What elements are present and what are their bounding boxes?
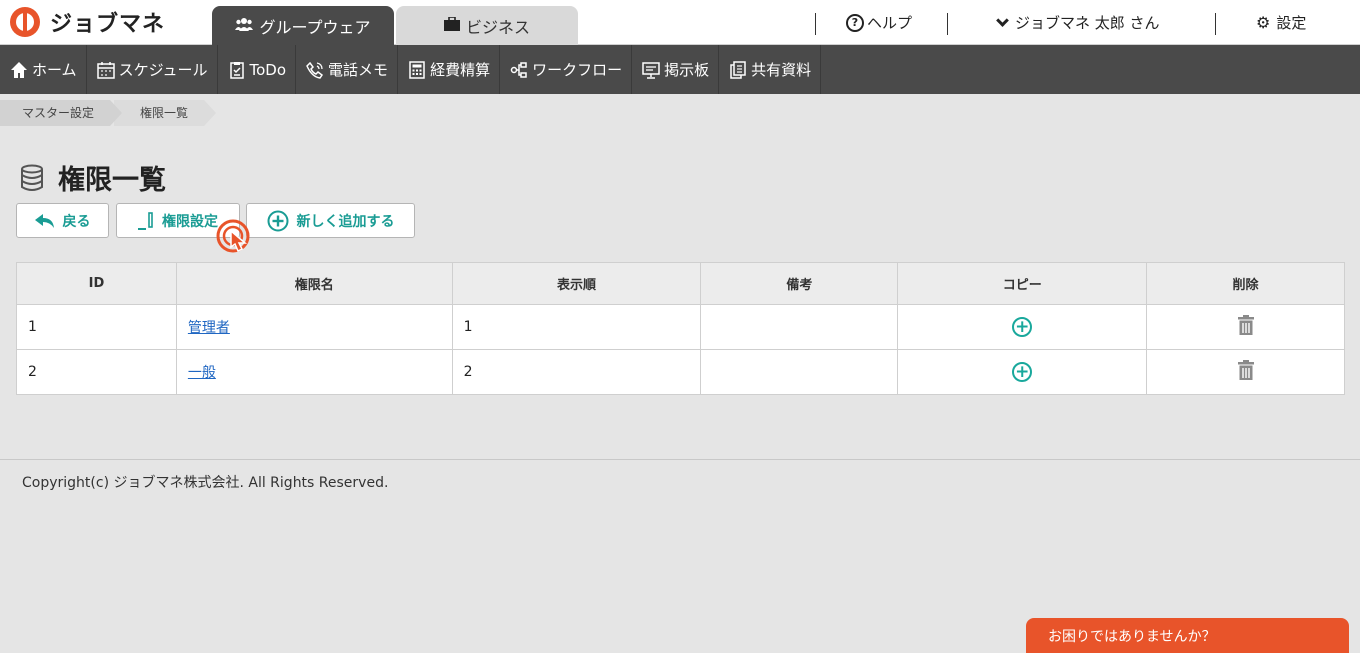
nav-expenses[interactable]: 経費精算 (398, 45, 501, 94)
cell-order: 2 (451, 349, 702, 395)
cell-note (700, 349, 899, 395)
copy-plus-icon[interactable]: + (1012, 362, 1033, 382)
divider (947, 13, 948, 35)
calculator-icon (407, 60, 427, 80)
tab-groupware-label: グループウェア (259, 17, 371, 37)
settings-link[interactable]: ⚙ 設定 (1256, 0, 1306, 45)
home-icon (9, 60, 29, 80)
cell-order: 1 (451, 304, 702, 350)
col-header-order: 表示順 (451, 262, 702, 305)
col-header-id: ID (16, 262, 177, 305)
logo-text: ジョブマネ (50, 12, 166, 37)
breadcrumb: マスター設定 権限一覧 (0, 100, 217, 126)
user-name: ジョブマネ 太郎 さん (1015, 14, 1160, 32)
divider (815, 13, 816, 35)
help-icon: ? (846, 13, 864, 32)
footer-copyright: Copyright(c) ジョブマネ株式会社. All Rights Reser… (22, 475, 389, 491)
plus-circle-icon (267, 210, 289, 232)
nav-home[interactable]: ホーム (0, 45, 87, 94)
workflow-icon (509, 60, 529, 80)
cell-copy: + (897, 349, 1148, 395)
settings-label: 設定 (1276, 14, 1307, 32)
table-header-row: ID 権限名 表示順 備考 コピー 削除 (16, 262, 1345, 305)
table-row: 2 一般 2 + (16, 349, 1345, 395)
calendar-icon (96, 60, 116, 80)
nav-todo[interactable]: ToDo (218, 45, 297, 94)
cell-name: 管理者 (175, 304, 453, 350)
nav-todo-label: ToDo (249, 60, 287, 79)
nav-shared-docs[interactable]: 共有資料 (719, 45, 822, 94)
user-menu[interactable]: ジョブマネ 太郎 さん (996, 0, 1160, 45)
help-link[interactable]: ? ヘルプ (846, 0, 912, 45)
permission-settings-label: 権限設定 (162, 213, 218, 230)
cell-id: 2 (16, 349, 177, 395)
chevron-down-icon (996, 14, 1009, 27)
add-new-button[interactable]: 新しく追加する (246, 203, 415, 238)
pencil-icon (138, 211, 154, 230)
nav-workflow[interactable]: ワークフロー (500, 45, 633, 94)
gear-icon: ⚙ (1256, 13, 1271, 32)
col-header-name: 権限名 (175, 262, 453, 305)
divider (1215, 13, 1216, 35)
nav-schedule-label: スケジュール (118, 61, 208, 79)
permission-name-link[interactable]: 管理者 (188, 320, 230, 336)
phone-icon (305, 60, 325, 80)
cell-copy: + (897, 304, 1148, 350)
permission-name-link[interactable]: 一般 (188, 365, 216, 381)
footer-divider (0, 459, 1360, 460)
breadcrumb-item-permission-list: 権限一覧 (114, 100, 217, 126)
checklist-icon (227, 60, 247, 80)
back-button-label: 戻る (62, 213, 91, 230)
nav-workflow-label: ワークフロー (532, 61, 623, 79)
table-row: 1 管理者 1 + (16, 304, 1345, 350)
cell-name: 一般 (175, 349, 453, 395)
page-title: 権限一覧 (58, 165, 166, 196)
nav-board[interactable]: 掲示板 (632, 45, 720, 94)
logo-mark-icon (10, 7, 40, 37)
help-widget-button[interactable]: お困りではありませんか？ (1026, 618, 1349, 653)
back-button[interactable]: 戻る (16, 203, 109, 238)
nav-schedule[interactable]: スケジュール (87, 45, 218, 94)
logo[interactable]: ジョブマネ (10, 7, 165, 37)
reply-arrow-icon (34, 213, 55, 228)
tab-business[interactable]: ビジネス (396, 6, 578, 45)
board-icon (641, 60, 661, 80)
nav-shared-docs-label: 共有資料 (751, 61, 812, 79)
breadcrumb-item-master-settings[interactable]: マスター設定 (0, 100, 123, 126)
page-header: 権限一覧 (20, 158, 166, 197)
briefcase-icon (443, 15, 460, 35)
click-cursor-icon (216, 219, 250, 253)
nav-board-label: 掲示板 (664, 61, 710, 79)
top-header: ジョブマネ グループウェア ビジネス ? ヘルプ ジョブマネ 太郎 さん ⚙ 設… (0, 0, 1360, 45)
cell-delete (1146, 349, 1345, 395)
cell-id: 1 (16, 304, 177, 350)
database-icon (21, 164, 43, 191)
nav-phone-memo[interactable]: 電話メモ (296, 45, 399, 94)
main-nav: ホーム スケジュール ToDo 電話メモ 経費精算 ワークフロー 掲示板 共有資… (0, 45, 1360, 94)
help-label: ヘルプ (867, 14, 913, 32)
col-header-delete: 削除 (1146, 262, 1345, 305)
permission-table: ID 権限名 表示順 備考 コピー 削除 1 管理者 1 + 2 一般 2 + (16, 262, 1345, 395)
col-header-copy: コピー (897, 262, 1148, 305)
trash-icon[interactable] (1237, 360, 1255, 380)
copy-plus-icon[interactable]: + (1012, 317, 1033, 337)
trash-icon[interactable] (1237, 315, 1255, 335)
cell-note (700, 304, 899, 350)
group-icon (235, 17, 254, 35)
add-new-label: 新しく追加する (296, 213, 395, 230)
nav-expenses-label: 経費精算 (430, 61, 491, 79)
col-header-note: 備考 (700, 262, 899, 305)
cell-delete (1146, 304, 1345, 350)
tab-business-label: ビジネス (465, 17, 530, 37)
nav-home-label: ホーム (32, 61, 77, 79)
nav-phone-memo-label: 電話メモ (328, 61, 389, 79)
tab-groupware[interactable]: グループウェア (212, 6, 394, 45)
documents-icon (728, 60, 748, 80)
